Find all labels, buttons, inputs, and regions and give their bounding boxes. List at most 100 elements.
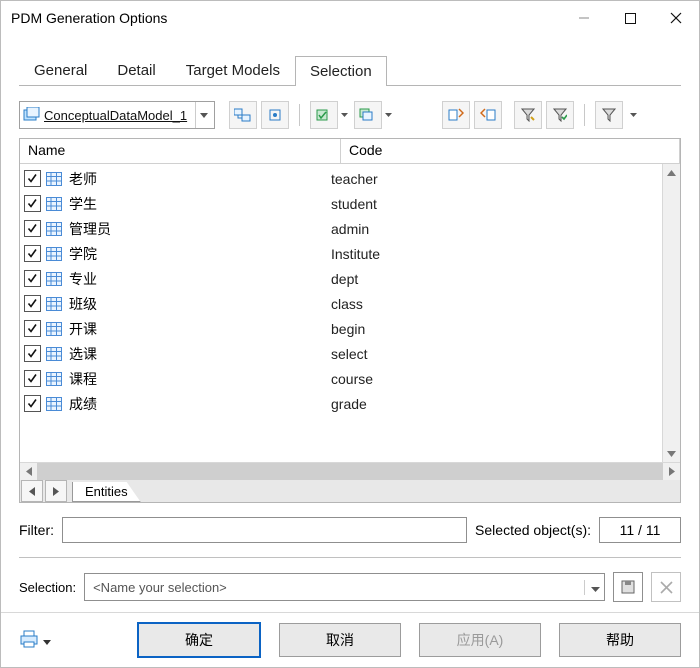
tab-selection[interactable]: Selection (295, 56, 387, 86)
row-checkbox[interactable] (24, 195, 41, 212)
chevron-down-icon[interactable] (627, 113, 639, 117)
row-checkbox[interactable] (24, 245, 41, 262)
scroll-right-icon[interactable] (663, 463, 680, 480)
entity-icon (45, 270, 63, 288)
row-checkbox[interactable] (24, 395, 41, 412)
table-row[interactable]: 学院Institute (20, 241, 680, 266)
minimize-button[interactable] (561, 3, 607, 33)
selected-objects-label: Selected object(s): (475, 522, 591, 538)
row-checkbox[interactable] (24, 295, 41, 312)
row-code: grade (331, 396, 367, 412)
print-split-button[interactable] (19, 630, 51, 651)
apply-button[interactable]: 应用(A) (419, 623, 541, 657)
column-name[interactable]: Name (20, 139, 341, 163)
selection-label: Selection: (19, 580, 76, 595)
save-selection-button[interactable] (613, 572, 643, 602)
scroll-down-icon[interactable] (663, 445, 680, 462)
table-row[interactable]: 老师teacher (20, 166, 680, 191)
include-sub-button[interactable] (229, 101, 257, 129)
row-code: teacher (331, 171, 378, 187)
sheet-next-button[interactable] (45, 480, 67, 502)
chevron-down-icon (584, 580, 600, 595)
tab-strip: General Detail Target Models Selection (19, 53, 681, 86)
list-body: 老师teacher学生student管理员admin学院Institute专业d… (20, 164, 680, 462)
entity-icon (45, 320, 63, 338)
selection-combo[interactable]: <Name your selection> (84, 573, 605, 601)
row-code: begin (331, 321, 365, 337)
row-name: 开课 (69, 319, 331, 339)
model-combo[interactable]: ConceptualDataModel_1 (19, 101, 215, 129)
chevron-down-icon[interactable] (382, 113, 394, 117)
table-row[interactable]: 选课select (20, 341, 680, 366)
select-all-button[interactable] (310, 101, 338, 129)
maximize-button[interactable] (607, 3, 653, 33)
deselect-all-split[interactable] (354, 101, 394, 129)
chevron-down-icon (195, 102, 212, 128)
row-code: select (331, 346, 368, 362)
column-code[interactable]: Code (341, 139, 680, 163)
row-checkbox[interactable] (24, 220, 41, 237)
list-header: Name Code (20, 139, 680, 164)
delete-selection-button[interactable] (651, 572, 681, 602)
row-code: course (331, 371, 373, 387)
close-button[interactable] (653, 3, 699, 33)
table-row[interactable]: 课程course (20, 366, 680, 391)
entity-icon (45, 395, 63, 413)
horizontal-scrollbar[interactable] (20, 462, 680, 480)
help-button[interactable]: 帮助 (559, 623, 681, 657)
selected-objects-count: 11 / 11 (599, 517, 681, 543)
entity-icon (45, 295, 63, 313)
table-row[interactable]: 专业dept (20, 266, 680, 291)
vertical-scrollbar[interactable] (662, 164, 680, 462)
window-title: PDM Generation Options (11, 10, 167, 26)
ok-button[interactable]: 确定 (137, 622, 261, 658)
titlebar: PDM Generation Options (1, 1, 699, 35)
row-name: 老师 (69, 169, 331, 189)
separator (584, 104, 585, 126)
selection-row: Selection: <Name your selection> (19, 572, 681, 602)
scroll-up-icon[interactable] (663, 164, 680, 181)
chevron-down-icon[interactable] (338, 113, 350, 117)
row-checkbox[interactable] (24, 170, 41, 187)
row-checkbox[interactable] (24, 320, 41, 337)
filter-input[interactable] (62, 517, 467, 543)
filter-apply-button[interactable] (546, 101, 574, 129)
entity-icon (45, 220, 63, 238)
sheet-prev-button[interactable] (21, 480, 43, 502)
scroll-left-icon[interactable] (20, 463, 37, 480)
tab-body: ConceptualDataModel_1 (1, 86, 699, 612)
row-name: 管理员 (69, 219, 331, 239)
deselect-all-button[interactable] (354, 101, 382, 129)
selection-toolbar: ConceptualDataModel_1 (19, 98, 681, 132)
row-checkbox[interactable] (24, 345, 41, 362)
table-row[interactable]: 管理员admin (20, 216, 680, 241)
row-name: 学院 (69, 244, 331, 264)
use-name-button[interactable] (442, 101, 470, 129)
select-all-split[interactable] (310, 101, 350, 129)
window: PDM Generation Options General Detail Ta… (0, 0, 700, 668)
window-buttons (561, 3, 699, 33)
filter-tool-button[interactable] (595, 101, 623, 129)
scroll-track[interactable] (37, 463, 663, 480)
row-name: 成绩 (69, 394, 331, 414)
sheet-tab-entities[interactable]: Entities (72, 482, 141, 502)
row-code: class (331, 296, 363, 312)
table-row[interactable]: 班级class (20, 291, 680, 316)
tab-target-models[interactable]: Target Models (171, 55, 295, 85)
refresh-button[interactable] (261, 101, 289, 129)
entity-icon (45, 195, 63, 213)
table-row[interactable]: 成绩grade (20, 391, 680, 416)
table-row[interactable]: 开课begin (20, 316, 680, 341)
cancel-button[interactable]: 取消 (279, 623, 401, 657)
row-checkbox[interactable] (24, 270, 41, 287)
row-code: dept (331, 271, 358, 287)
table-row[interactable]: 学生student (20, 191, 680, 216)
model-combo-label: ConceptualDataModel_1 (44, 108, 195, 123)
use-code-button[interactable] (474, 101, 502, 129)
tab-general[interactable]: General (19, 55, 102, 85)
tab-detail[interactable]: Detail (102, 55, 170, 85)
row-name: 学生 (69, 194, 331, 214)
filter-row: Filter: Selected object(s): 11 / 11 (19, 517, 681, 543)
row-checkbox[interactable] (24, 370, 41, 387)
filter-edit-button[interactable] (514, 101, 542, 129)
